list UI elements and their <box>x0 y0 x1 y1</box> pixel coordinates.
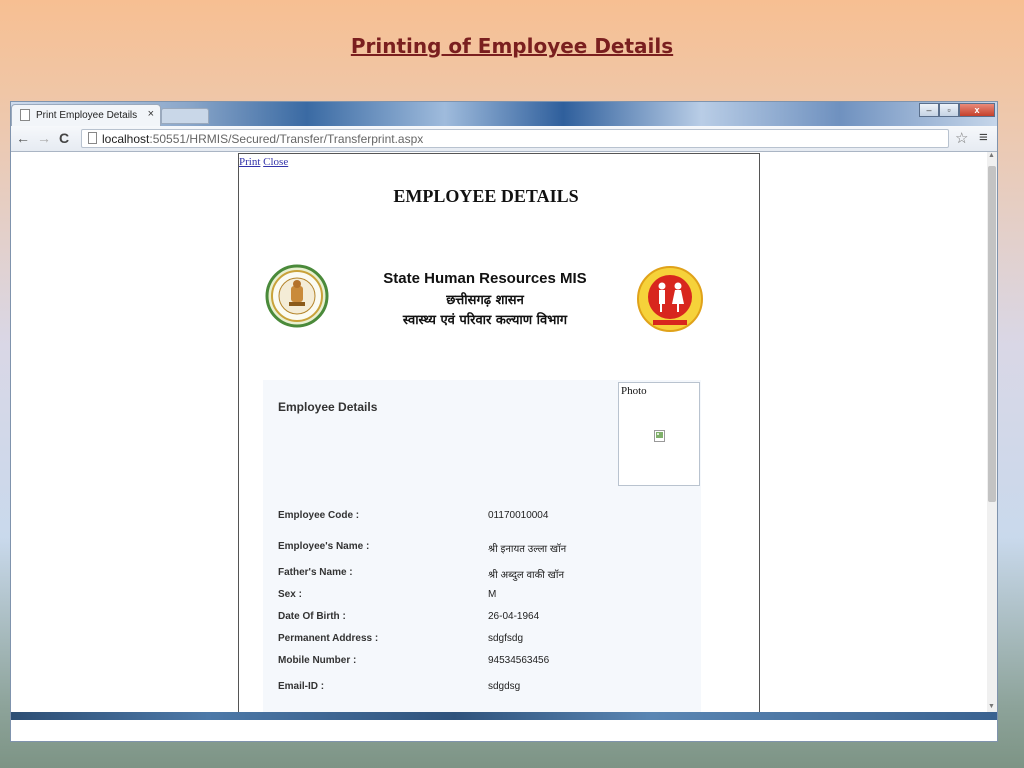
vertical-scrollbar[interactable]: ▲ ▼ <box>987 152 997 712</box>
detail-label: Email-ID : <box>278 681 325 692</box>
org-header: State Human Resources MIS छत्तीसगढ़ शासन… <box>365 270 605 328</box>
browser-toolbar: ← → C localhost:50551/HRMIS/Secured/Tran… <box>11 126 997 152</box>
tab-title: Print Employee Details <box>36 110 138 121</box>
detail-value: श्री अब्दुल वाकी खॉन <box>488 570 564 581</box>
reload-icon[interactable]: C <box>59 130 69 146</box>
nrhm-logo-icon <box>635 264 705 334</box>
address-bar[interactable]: localhost:50551/HRMIS/Secured/Transfer/T… <box>81 129 949 148</box>
page-viewport: Print Close EMPLOYEE DETAILS State Human… <box>11 152 987 712</box>
menu-icon[interactable]: ≡ <box>979 129 988 146</box>
scroll-down-icon[interactable]: ▼ <box>988 703 995 710</box>
detail-label: Employee Code : <box>278 510 360 521</box>
close-window-button[interactable]: x <box>959 103 995 117</box>
page-icon <box>20 109 30 121</box>
detail-label: Employee's Name : <box>278 541 370 552</box>
tab-close-icon[interactable]: × <box>148 108 154 120</box>
bookmark-star-icon[interactable]: ☆ <box>955 129 968 147</box>
new-tab-button[interactable] <box>161 108 209 124</box>
print-document: Print Close EMPLOYEE DETAILS State Human… <box>238 153 760 712</box>
panel-title: Employee Details <box>278 400 378 414</box>
taskbar-strip <box>11 712 997 720</box>
org-name-english: State Human Resources MIS <box>383 270 587 287</box>
broken-image-icon <box>654 430 665 442</box>
org-name-hindi: छत्तीसगढ़ शासन <box>446 293 524 308</box>
org-department-hindi: स्वास्थ्य एवं परिवार कल्याण विभाग <box>402 313 568 328</box>
doc-heading: EMPLOYEE DETAILS <box>393 186 579 206</box>
doc-links: Print Close <box>239 156 288 168</box>
slide-title: Printing of Employee Details <box>350 34 674 58</box>
window-controls: – ▫ x <box>919 103 995 119</box>
photo-label: Photo <box>621 385 647 397</box>
forward-arrow-icon[interactable]: → <box>37 130 51 146</box>
photo-box: Photo <box>618 382 700 486</box>
detail-label: Permanent Address : <box>278 633 379 644</box>
maximize-button[interactable]: ▫ <box>939 103 959 117</box>
detail-value: 01170010004 <box>488 510 549 521</box>
detail-label: Mobile Number : <box>278 655 357 666</box>
url-path: :50551/HRMIS/Secured/Transfer/Transferpr… <box>149 132 424 146</box>
employee-details-panel: Employee Details Photo Employee Code : 0… <box>263 380 701 712</box>
minimize-button[interactable]: – <box>919 103 939 117</box>
back-arrow-icon[interactable]: ← <box>16 130 30 146</box>
detail-value: श्री इनायत उल्ला खॉन <box>488 544 567 555</box>
page-icon <box>88 132 97 144</box>
close-link[interactable]: Close <box>263 156 288 168</box>
detail-label: Sex : <box>278 589 302 600</box>
detail-value: M <box>488 589 497 600</box>
browser-tab[interactable]: Print Employee Details × <box>11 104 161 126</box>
browser-titlebar: Print Employee Details × – ▫ x <box>11 102 997 126</box>
detail-label: Father's Name : <box>278 567 353 578</box>
url-host: localhost <box>102 132 150 146</box>
print-link[interactable]: Print <box>239 156 260 168</box>
detail-value: sdgdsg <box>488 681 521 692</box>
address-url: localhost:50551/HRMIS/Secured/Transfer/T… <box>102 132 423 146</box>
detail-value: sdgfsdg <box>488 633 524 644</box>
scroll-up-icon[interactable]: ▲ <box>988 152 995 159</box>
detail-value: 94534563456 <box>488 655 550 666</box>
browser-window: Print Employee Details × – ▫ x ← → C loc… <box>10 101 998 742</box>
detail-value: 26-04-1964 <box>488 611 540 622</box>
scrollbar-thumb[interactable] <box>988 166 996 502</box>
chhattisgarh-govt-emblem-icon <box>265 262 329 334</box>
detail-label: Date Of Birth : <box>278 611 346 622</box>
